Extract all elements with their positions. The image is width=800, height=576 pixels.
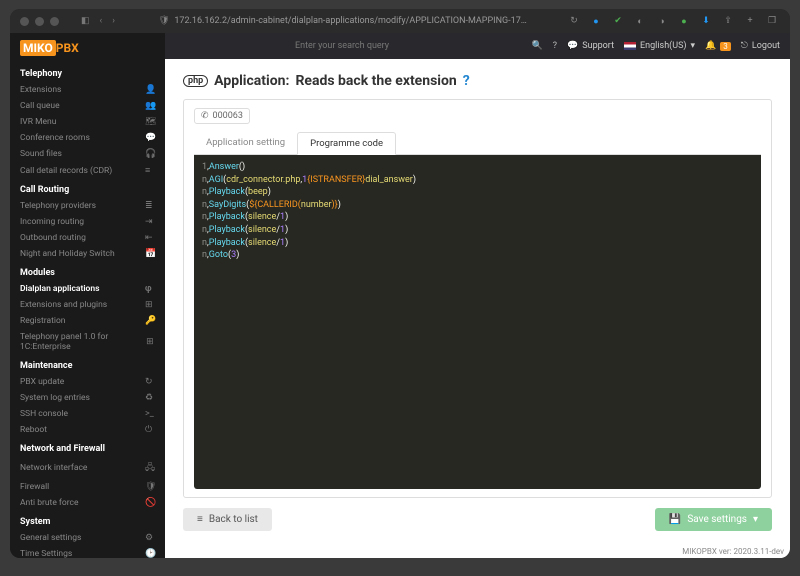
sidebar-section: Telephony: [10, 63, 165, 82]
extension-badge: ✆ 000063: [194, 108, 250, 124]
sidebar-item[interactable]: Incoming routing⇥: [10, 214, 165, 230]
sidebar-item[interactable]: General settings⚙: [10, 530, 165, 546]
sidebar-item[interactable]: IVR Menu🗺: [10, 114, 165, 130]
sidebar-item[interactable]: PBX update↻: [10, 374, 165, 390]
chevron-down-icon: ▾: [753, 514, 758, 525]
item-icon: ⊞: [145, 300, 155, 310]
newtab-icon[interactable]: +: [744, 15, 756, 27]
sidebar-item[interactable]: Conference rooms💬: [10, 130, 165, 146]
item-icon: ⇤: [145, 233, 155, 243]
close-dot[interactable]: [20, 17, 29, 26]
back-button[interactable]: ≡ Back to list: [183, 508, 272, 531]
sidebar-item[interactable]: Network interface🖧: [10, 457, 165, 479]
page-title: php Application: Reads back the extensio…: [183, 73, 772, 89]
sidebar-item[interactable]: Night and Holiday Switch📅: [10, 246, 165, 262]
window-titlebar: ◧ ‹ › 🛡 172.16.162.2/admin-cabinet/dialp…: [10, 9, 790, 33]
item-icon: ↻: [145, 377, 155, 387]
sidebar-item[interactable]: System log entries♻: [10, 390, 165, 406]
sidebar-item[interactable]: Extensions and plugins⊞: [10, 297, 165, 313]
max-dot[interactable]: [50, 17, 59, 26]
min-dot[interactable]: [35, 17, 44, 26]
logout-button[interactable]: ⎋ Logout: [741, 41, 780, 51]
item-icon: 🕑: [145, 549, 155, 558]
sidebar-item[interactable]: Firewall🛡: [10, 479, 165, 495]
ext-icon-4[interactable]: ◑: [656, 15, 668, 27]
ext-icon-5[interactable]: ●: [678, 15, 690, 27]
shield-icon: 🛡: [158, 15, 170, 27]
url-bar[interactable]: 🛡 172.16.162.2/admin-cabinet/dialplan-ap…: [123, 15, 560, 27]
tab[interactable]: Programme code: [297, 132, 396, 155]
sidebar-item[interactable]: SSH console>_: [10, 406, 165, 422]
sidebar: MIKOPBX TelephonyExtensions👤Call queue👥I…: [10, 33, 165, 558]
item-icon: 🔑: [145, 316, 155, 326]
item-icon: ⏻: [145, 425, 155, 435]
save-button[interactable]: 💾 Save settings ▾: [655, 508, 772, 531]
search-input[interactable]: Enter your search query: [175, 41, 522, 51]
ext-icon-1[interactable]: ●: [590, 15, 602, 27]
item-icon: ⊞: [146, 337, 155, 347]
sidebar-item[interactable]: Telephony panel 1.0 for 1C:Enterprise⊞: [10, 329, 165, 355]
sidebar-item[interactable]: Registration🔑: [10, 313, 165, 329]
item-icon: 🖧: [145, 460, 155, 476]
item-icon: 🚫: [145, 498, 155, 508]
item-icon: 🗺: [145, 117, 155, 127]
sidebar-item[interactable]: Anti brute force🚫: [10, 495, 165, 511]
help-hint-icon[interactable]: ?: [463, 73, 470, 89]
ext-icon-2[interactable]: ✔: [612, 15, 624, 27]
item-icon: 🎧: [145, 149, 155, 159]
item-icon: 👤: [145, 85, 155, 95]
nav-fwd-icon[interactable]: ›: [110, 16, 117, 26]
item-icon: φ: [145, 284, 155, 294]
item-icon: ⇥: [145, 217, 155, 227]
sidebar-item[interactable]: Call detail records (CDR)≡: [10, 162, 165, 179]
item-icon: 💬: [145, 133, 155, 143]
sidebar-section: Maintenance: [10, 355, 165, 374]
item-icon: 👥: [145, 101, 155, 111]
ext-icon-3[interactable]: ◐: [634, 15, 646, 27]
sidebar-item[interactable]: Telephony providers≣: [10, 198, 165, 214]
language-selector[interactable]: English(US) ▾: [624, 41, 695, 51]
support-link[interactable]: 💬 Support: [567, 41, 614, 51]
item-icon: 🛡: [145, 482, 155, 492]
sidebar-item[interactable]: Outbound routing⇤: [10, 230, 165, 246]
logo: MIKOPBX: [10, 37, 165, 63]
flag-icon: [624, 42, 636, 50]
tabs: Application settingProgramme code: [194, 132, 761, 155]
sidebar-item[interactable]: Reboot⏻: [10, 422, 165, 438]
notifications[interactable]: 🔔3: [705, 41, 731, 51]
item-icon: >_: [145, 409, 155, 419]
list-icon: ≡: [197, 514, 203, 525]
nav-back-icon[interactable]: ‹: [98, 16, 105, 26]
topbar: Enter your search query 🔍 ? 💬 Support En…: [165, 33, 790, 59]
sidebar-section: Modules: [10, 262, 165, 281]
sidebar-section: System: [10, 511, 165, 530]
tabs-icon[interactable]: ❐: [766, 15, 778, 27]
php-icon: php: [183, 75, 208, 87]
code-editor[interactable]: 1,Answer()n,AGI(cdr_connector.php,1{ISTR…: [194, 155, 761, 489]
sidebar-item[interactable]: Call queue👥: [10, 98, 165, 114]
ext-icon-6[interactable]: ⬇: [700, 15, 712, 27]
phone-icon: ✆: [201, 111, 209, 121]
sidebar-item[interactable]: Dialplan applicationsφ: [10, 281, 165, 297]
sidebar-section: Call Routing: [10, 179, 165, 198]
item-icon: ⚙: [145, 533, 155, 543]
item-icon: ♻: [145, 393, 155, 403]
sidebar-section: Network and Firewall: [10, 438, 165, 457]
help-icon[interactable]: ?: [553, 41, 557, 51]
version-label: MIKOPBX ver: 2020.3.11-dev: [165, 545, 790, 558]
sidebar-item[interactable]: Extensions👤: [10, 82, 165, 98]
save-icon: 💾: [669, 514, 681, 525]
search-icon[interactable]: 🔍: [532, 41, 543, 51]
tab[interactable]: Application setting: [194, 132, 297, 154]
item-icon: ≣: [145, 201, 155, 211]
item-icon: 📅: [145, 249, 155, 259]
sidebar-item[interactable]: Time Settings🕑: [10, 546, 165, 558]
reload-icon[interactable]: ↻: [568, 15, 580, 27]
sidebar-toggle-icon[interactable]: ◧: [79, 16, 92, 26]
sidebar-item[interactable]: Sound files🎧: [10, 146, 165, 162]
share-icon[interactable]: ⇪: [722, 15, 734, 27]
item-icon: ≡: [145, 165, 155, 176]
